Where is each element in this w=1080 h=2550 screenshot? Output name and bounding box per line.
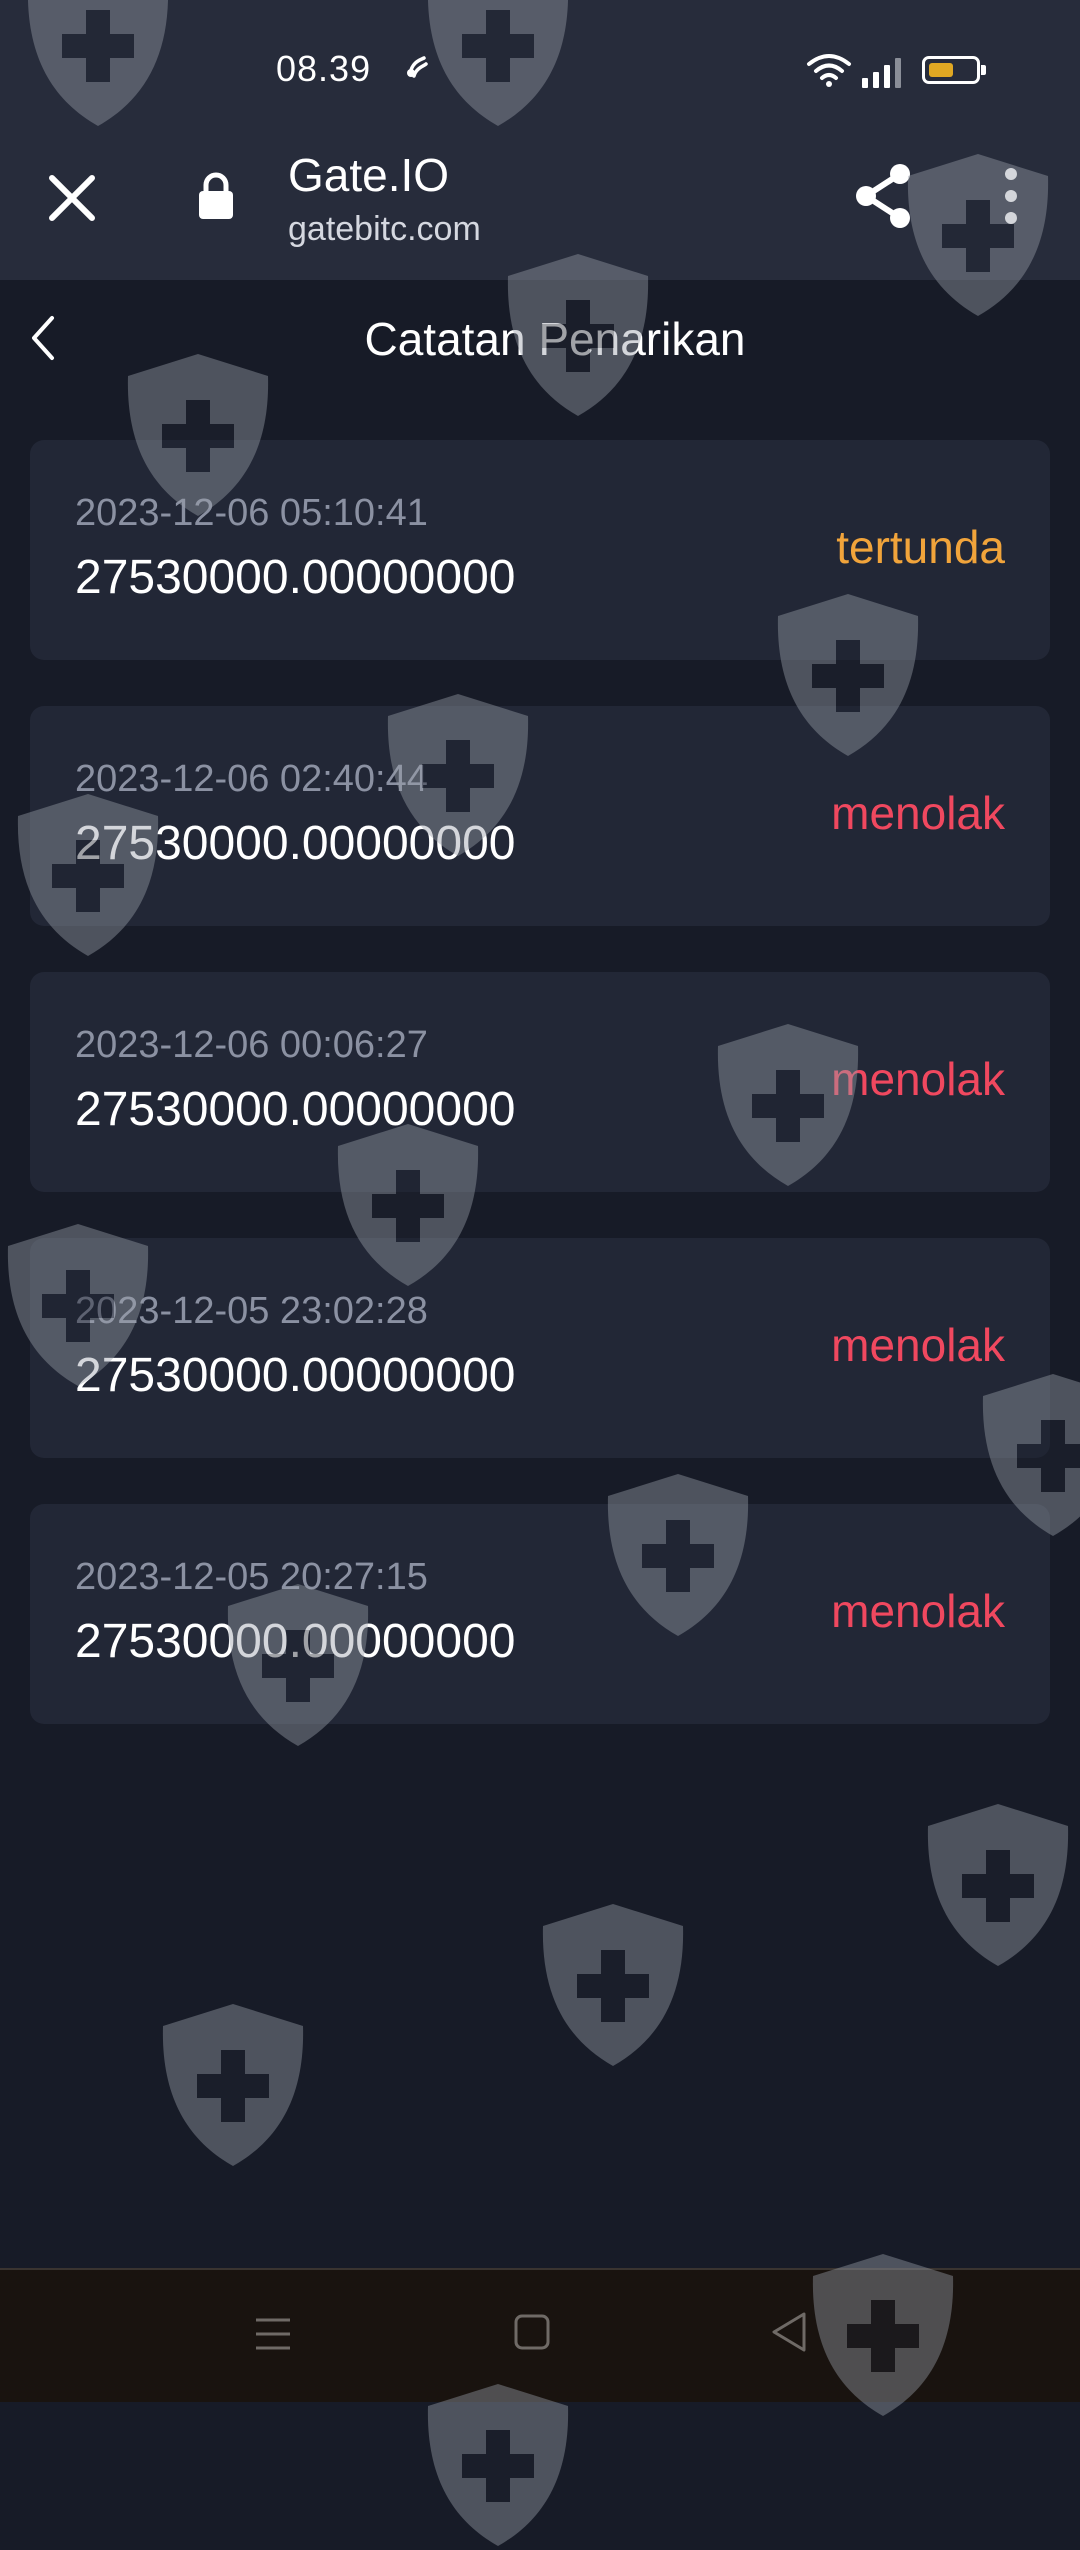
status-time: 08.39 [276, 48, 372, 89]
lock-icon [199, 172, 233, 219]
back-icon[interactable] [770, 2310, 808, 2354]
list-item[interactable]: 2023-12-06 05:10:41 27530000.00000000 te… [30, 440, 1050, 660]
page-title: Catatan Penarikan [364, 313, 746, 365]
more-icon[interactable] [996, 166, 1026, 226]
record-amount: 27530000.00000000 [75, 1615, 516, 1668]
record-time: 2023-12-06 02:40:44 [75, 758, 428, 800]
status-bar: 08.39 [0, 0, 1080, 140]
status-badge: menolak [831, 1053, 1005, 1105]
shield-cross-icon [162, 2004, 304, 2166]
status-badge: menolak [831, 1319, 1005, 1371]
list-item[interactable]: 2023-12-06 02:40:44 27530000.00000000 me… [30, 706, 1050, 926]
close-icon[interactable] [44, 170, 100, 226]
withdrawal-records-list: 2023-12-06 05:10:41 27530000.00000000 te… [30, 440, 1050, 1770]
record-time: 2023-12-06 00:06:27 [75, 1024, 428, 1066]
wifi-icon [807, 54, 851, 87]
signal-icon [862, 58, 901, 88]
record-time: 2023-12-05 20:27:15 [75, 1556, 428, 1598]
record-time: 2023-12-05 23:02:28 [75, 1290, 428, 1332]
notification-icon [407, 56, 428, 78]
status-badge: menolak [831, 1585, 1005, 1637]
record-amount: 27530000.00000000 [75, 817, 516, 870]
record-amount: 27530000.00000000 [75, 1083, 516, 1136]
list-item[interactable]: 2023-12-05 20:27:15 27530000.00000000 me… [30, 1504, 1050, 1724]
shield-cross-icon [542, 1904, 684, 2066]
list-item[interactable]: 2023-12-06 00:06:27 27530000.00000000 me… [30, 972, 1050, 1192]
shield-cross-icon [427, 2384, 569, 2546]
battery-icon [922, 56, 986, 84]
home-icon[interactable] [514, 2312, 550, 2352]
status-badge: tertunda [836, 521, 1005, 573]
record-amount: 27530000.00000000 [75, 1349, 516, 1402]
list-item[interactable]: 2023-12-05 23:02:28 27530000.00000000 me… [30, 1238, 1050, 1458]
battery-level [929, 63, 953, 77]
browser-url[interactable]: gatebitc.com [288, 210, 481, 249]
navigation-bar [0, 2268, 1080, 2402]
menu-icon[interactable] [254, 2314, 292, 2354]
share-icon[interactable] [852, 162, 914, 230]
status-badge: menolak [831, 787, 1005, 839]
record-time: 2023-12-06 05:10:41 [75, 492, 428, 534]
record-amount: 27530000.00000000 [75, 551, 516, 604]
browser-page-title: Gate.IO [288, 149, 450, 201]
browser-toolbar: Gate.IO gatebitc.com [0, 140, 1080, 280]
shield-cross-icon [927, 1804, 1069, 1966]
